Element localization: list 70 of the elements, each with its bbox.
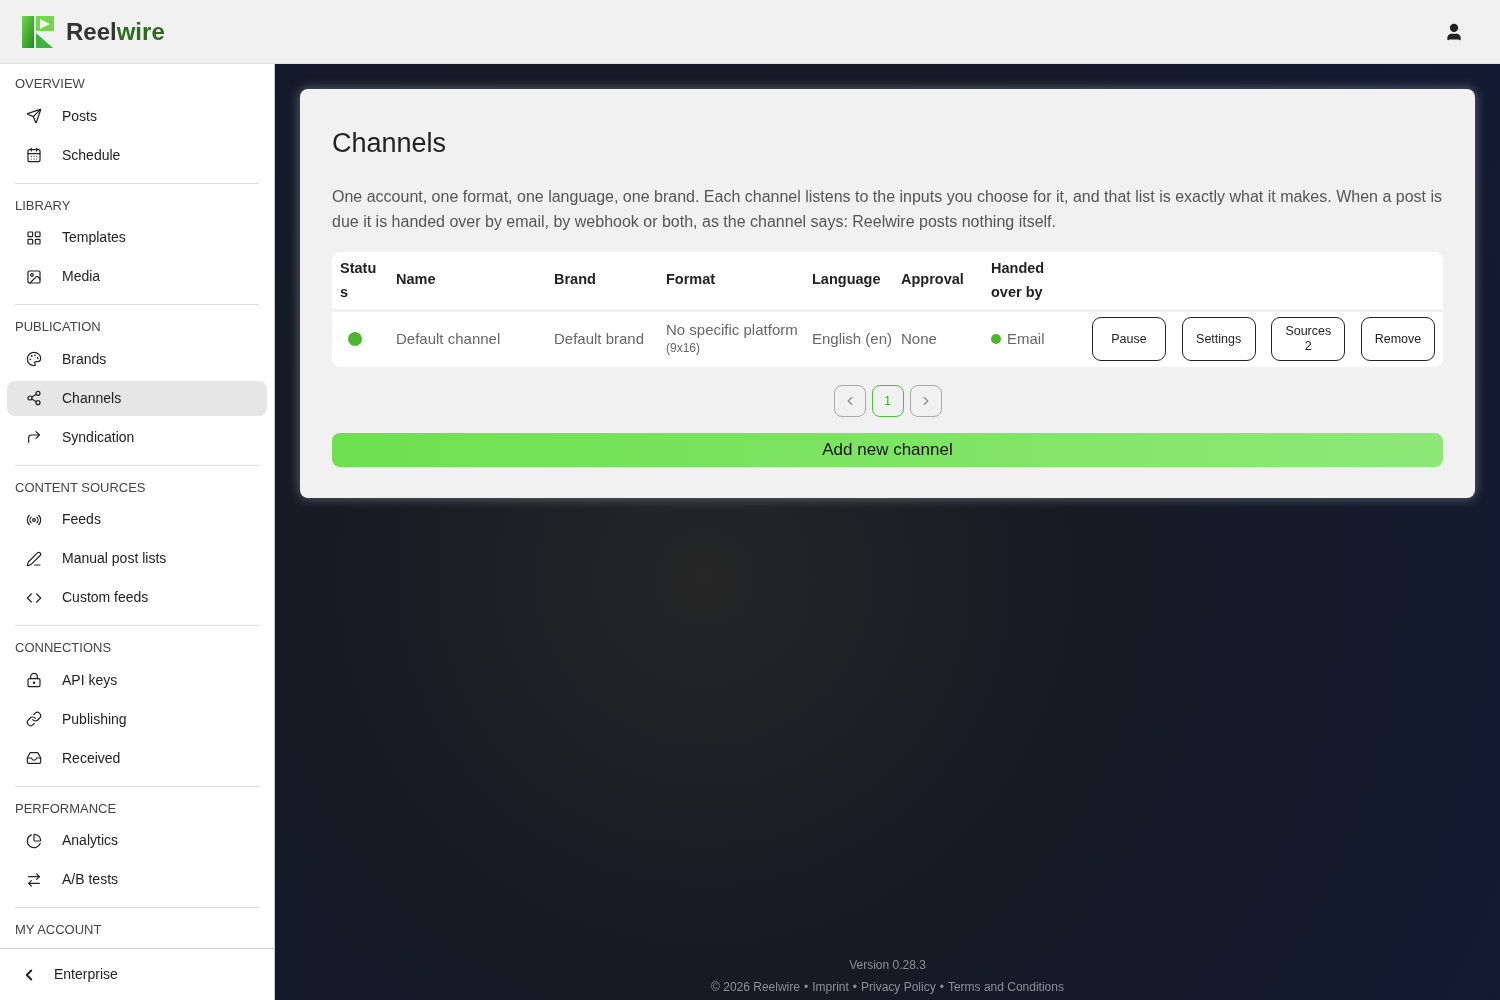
- nav-item[interactable]: Manual post lists: [7, 541, 267, 576]
- column-header: Status: [340, 259, 378, 302]
- inbox-icon: [26, 750, 42, 766]
- lock-icon: [26, 672, 42, 688]
- table-cell: None: [901, 329, 937, 347]
- nav-item[interactable]: Syndication: [7, 419, 267, 455]
- nav-item[interactable]: Received: [7, 740, 267, 776]
- table-cell: English (en): [812, 329, 893, 347]
- nav-item[interactable]: A/B tests: [7, 862, 267, 897]
- page-description: One account, one format, one language, one brand. Each channel listens to the inputs you choose for it, and that list is exactly what it makes. When a post is due it is handed over by email, by webhook or both, as the channel says: Reelwire posts nothing itself.: [332, 186, 1443, 232]
- footer-link[interactable]: Terms and Conditions: [947, 978, 1064, 996]
- image-icon: [26, 268, 42, 285]
- send-icon: [26, 108, 42, 124]
- swap-arrows-icon: [26, 871, 42, 888]
- section-title: LIBRARY: [15, 196, 72, 215]
- column-header: Language: [812, 271, 881, 288]
- version-text: Version 0.28.3: [849, 957, 926, 974]
- nav-item[interactable]: Feeds: [7, 502, 267, 537]
- logo-icon: [22, 15, 54, 48]
- column-header: Name: [396, 271, 436, 288]
- row-button[interactable]: Remove: [1360, 317, 1435, 361]
- page-title: Channels: [332, 127, 448, 160]
- table-cell: Default brand: [554, 329, 645, 347]
- nav-item[interactable]: Posts: [7, 98, 267, 134]
- column-header: Handed over by: [991, 259, 1046, 302]
- pie-chart-icon: [26, 832, 42, 849]
- grid-icon: [26, 229, 42, 246]
- nav-item[interactable]: API keys: [7, 662, 267, 698]
- row-button[interactable]: Settings: [1181, 317, 1256, 361]
- add-channel-button[interactable]: Add new channel: [332, 432, 1443, 467]
- next-page-button[interactable]: [909, 384, 942, 417]
- separator-dot: •: [939, 979, 944, 996]
- section-title: CONTENT SOURCES: [15, 478, 147, 497]
- calendar-icon: [26, 147, 42, 163]
- palette-icon: [26, 351, 42, 367]
- nav-item[interactable]: Enterprise: [0, 948, 274, 1000]
- share-icon: [26, 390, 42, 406]
- forward-arrow-icon: [26, 429, 42, 445]
- table-cell-text: No specific platform: [666, 321, 799, 339]
- section-title: PUBLICATION: [15, 318, 102, 336]
- copyright-text: © 2026 Reelwire: [711, 979, 800, 996]
- nav-item[interactable]: Publishing: [7, 701, 267, 737]
- nav-item[interactable]: Templates: [7, 220, 267, 255]
- nav-item[interactable]: Custom feeds: [7, 580, 267, 615]
- nav-item[interactable]: Brands: [7, 341, 267, 377]
- logo-text: Reelwire: [66, 16, 165, 47]
- table-cell: Default channel: [396, 329, 501, 347]
- column-header: Approval: [901, 271, 964, 288]
- footer-link[interactable]: Privacy Policy: [861, 978, 936, 996]
- pen-icon: [26, 550, 42, 567]
- column-header: Brand: [554, 271, 596, 288]
- user-icon[interactable]: [1444, 21, 1464, 42]
- separator-dot: •: [803, 979, 809, 996]
- nav-item[interactable]: Channels: [7, 380, 267, 416]
- section-title: MY ACCOUNT: [15, 921, 103, 939]
- column-header: Format: [666, 271, 716, 288]
- section-title: CONNECTIONS: [15, 639, 113, 657]
- nav-item[interactable]: Media: [7, 259, 267, 294]
- row-button[interactable]: Pause: [1092, 317, 1166, 361]
- nav-item[interactable]: Schedule: [7, 137, 267, 173]
- link-icon: [26, 711, 42, 727]
- footer-link[interactable]: Imprint: [812, 978, 849, 996]
- separator-dot: •: [852, 979, 857, 996]
- row-button[interactable]: Sources 2: [1271, 317, 1346, 361]
- format-detail: (9x16): [666, 340, 701, 357]
- section-title: OVERVIEW: [15, 75, 86, 93]
- nav-item[interactable]: Analytics: [7, 823, 267, 858]
- table-cell-text: Email: [1007, 328, 1045, 349]
- section-title: PERFORMANCE: [15, 799, 118, 818]
- previous-page-button[interactable]: [833, 384, 866, 417]
